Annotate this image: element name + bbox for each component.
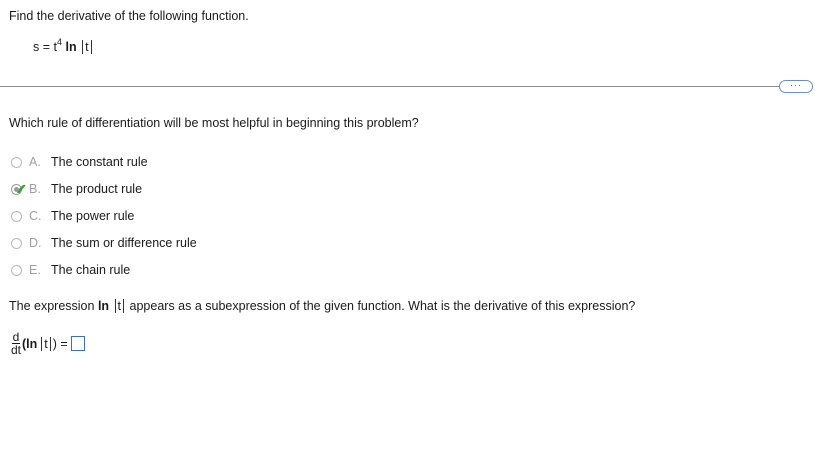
- radio-icon[interactable]: [11, 156, 22, 168]
- option-c[interactable]: C. The power rule: [11, 208, 134, 224]
- abs-bar-left: [82, 40, 84, 54]
- abs-bar-left: [41, 336, 43, 351]
- option-text: The sum or difference rule: [51, 236, 197, 250]
- function-var: t: [85, 40, 89, 54]
- part2-question-var: t: [117, 299, 122, 313]
- option-letter: B.: [29, 182, 41, 196]
- part2-question-ln: ln: [97, 299, 110, 313]
- deriv-denominator: dt: [11, 343, 22, 357]
- deriv-close: ) =: [52, 336, 68, 351]
- part2-question-pre: The expression: [9, 299, 95, 313]
- checkmark-icon: ✔: [15, 180, 27, 197]
- option-text: The power rule: [51, 209, 135, 223]
- abs-bar-right: [90, 40, 92, 54]
- option-a[interactable]: A. The constant rule: [11, 154, 148, 170]
- option-text: The constant rule: [51, 155, 148, 169]
- abs-bar-left: [114, 299, 116, 313]
- radio-selected-icon[interactable]: ✔: [11, 181, 27, 197]
- problem-prompt: Find the derivative of the following fun…: [9, 9, 249, 23]
- option-d[interactable]: D. The sum or difference rule: [11, 235, 197, 251]
- answer-input[interactable]: [70, 336, 85, 351]
- function-lhs: s = t: [33, 40, 57, 54]
- deriv-open: (ln: [22, 336, 38, 351]
- part1-question: Which rule of differentiation will be mo…: [9, 116, 419, 130]
- abs-bar-right: [49, 336, 51, 351]
- function-expression: s = t4 ln t: [33, 37, 94, 54]
- part2-question-post: appears as a subexpression of the given …: [129, 299, 636, 313]
- option-letter: C.: [29, 209, 42, 223]
- derivative-operator: d dt: [11, 331, 21, 356]
- section-divider: [0, 86, 800, 87]
- option-letter: D.: [29, 236, 42, 250]
- option-b[interactable]: ✔ B. The product rule: [11, 181, 142, 197]
- option-letter: A.: [29, 155, 41, 169]
- option-text: The product rule: [51, 182, 143, 196]
- function-ln: ln: [65, 40, 77, 54]
- option-letter: E.: [29, 263, 41, 277]
- option-e[interactable]: E. The chain rule: [11, 262, 130, 278]
- more-button[interactable]: ···: [779, 80, 813, 93]
- abs-bar-right: [123, 299, 125, 313]
- radio-icon[interactable]: [11, 210, 22, 222]
- derivative-expression: d dt (ln t ) =: [11, 331, 85, 356]
- radio-icon[interactable]: [11, 264, 22, 276]
- function-exponent: 4: [56, 37, 62, 47]
- option-text: The chain rule: [51, 263, 131, 277]
- radio-icon[interactable]: [11, 237, 22, 249]
- deriv-var: t: [44, 336, 48, 351]
- part2-question: The expression ln t appears as a subexpr…: [9, 299, 635, 313]
